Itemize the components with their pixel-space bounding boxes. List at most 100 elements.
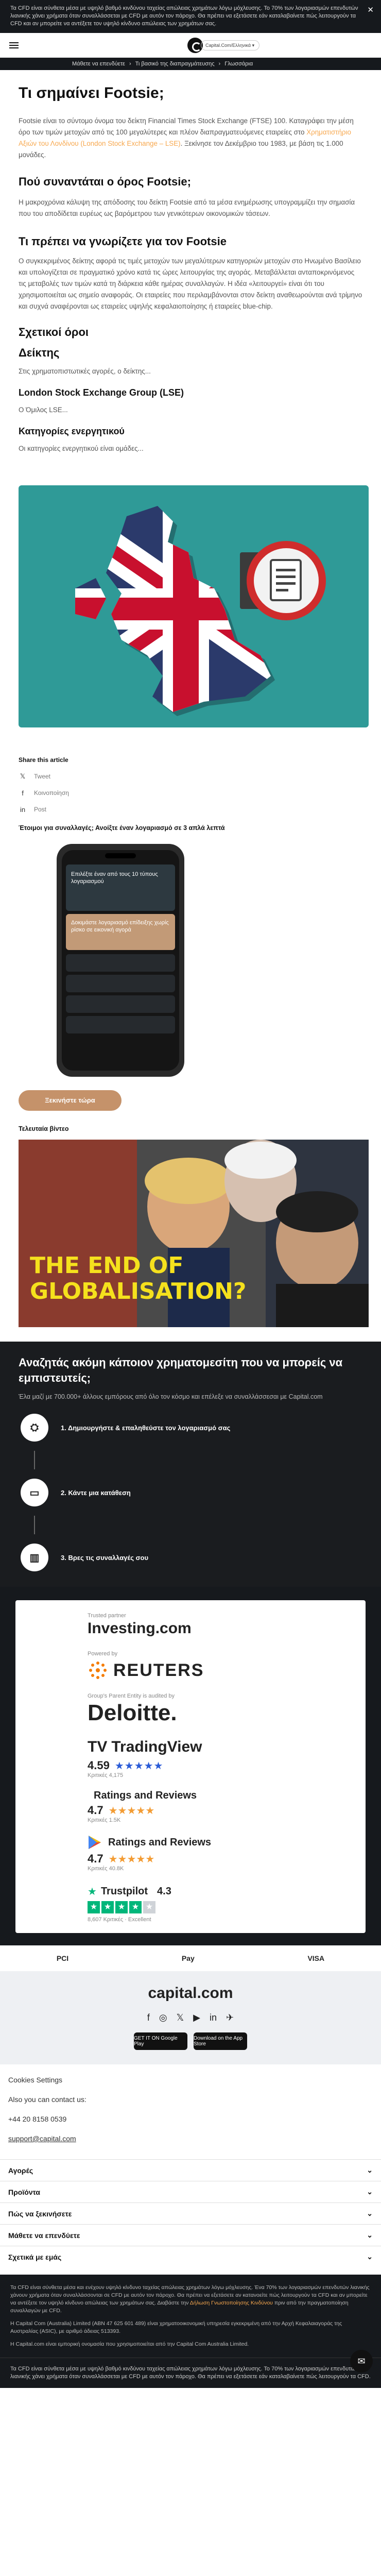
tp-score: 4.3 [157,1886,171,1897]
related-terms-heading: Σχετικοί όροι [19,326,89,338]
start-now-button[interactable]: Ξεκινήστε τώρα [19,1090,122,1111]
step-item[interactable]: ⛭ 1. Δημιουργήστε & επαληθεύστε τον λογαρ… [21,1414,362,1442]
phone-text-a: Επιλέξτε έναν από τους 10 τύπους λογαρια… [71,871,158,885]
trust-section: Trusted partner Investing.com Powered by… [0,1587,381,1945]
telegram-icon[interactable]: ✈ [226,2012,234,2023]
tradingview-logo: TradingView [111,1738,202,1755]
phone-mockup: Επιλέξτε έναν από τους 10 τύπους λογαρια… [54,842,187,1079]
legal-paragraph: Η Capital.com είναι εμπορική ονομασία πο… [10,2341,249,2347]
email-link[interactable]: support@capital.com [8,2134,373,2143]
phone-text-b: Δοκιμάστε λογαριασμό επίδειξης χωρίς ρίσ… [71,920,169,933]
share-tweet[interactable]: 𝕏 Tweet [19,771,362,782]
article-body: Τι σημαίνει Footsie; Footsie είναι το σύ… [0,84,381,1342]
deloitte-caption: Group's Parent Entity is audited by [88,1693,175,1699]
cookies-settings-link[interactable]: Cookies Settings [8,2076,373,2084]
accordion-start[interactable]: Πώς να ξεκινήσετε ⌄ [0,2202,381,2224]
close-icon[interactable]: ✕ [367,6,374,14]
trust-card: Trusted partner Investing.com Powered by… [15,1600,366,1933]
risk-disclosure-link[interactable]: Δήλωση Γνωστοποίησης Κινδύνου [190,2300,273,2306]
signup-title: Αναζητάς ακόμη κάποιον χρηματομεσίτη που… [19,1356,343,1384]
app-store-badge[interactable]: Download on the App Store [194,2032,247,2050]
contact-label: Also you can contact us: [8,2095,86,2104]
page-title: Τι σημαίνει Footsie; [19,84,164,101]
related-term-title[interactable]: London Stock Exchange Group (LSE) [19,387,362,398]
footer-logo[interactable]: capital.com [0,1985,381,2002]
uk-map-illustration [19,485,369,727]
youtube-icon[interactable]: ▶ [193,2012,200,2023]
paragraph: Ο συγκεκριμένος δείκτης αφορά τις τιμές … [19,257,362,310]
visa-icon: VISA [307,1954,325,1962]
accordion-learn[interactable]: Μάθετε να επενδύετε ⌄ [0,2224,381,2246]
reuters-logo: REUTERS [113,1660,204,1680]
chevron-down-icon: ⌄ [367,2209,373,2217]
cta-wrap: Ξεκινήστε τώρα [19,1090,362,1111]
risk-banner: Τα CFD είναι σύνθετα μέσα με υψηλό βαθμό… [0,0,381,33]
related-term-title[interactable]: Δείκτης [19,346,362,360]
google-play-icon [89,1836,101,1849]
footer-accordions: Αγορές ⌄ Προϊόντα ⌄ Πώς να ξεκινήσετε ⌄ Μάθ… [0,2159,381,2267]
share-facebook[interactable]: f Κοινοποίηση [19,787,362,799]
chevron-down-icon: ⌄ [367,2231,373,2239]
apple-pay-icon: Pay [181,1954,195,1962]
promo-title: Έτοιμοι για συναλλαγές; Ανοίξτε έναν λογ… [19,824,225,832]
gp-stars-icon: ★★★★★ [108,1853,155,1865]
facebook-icon[interactable]: f [147,2012,150,2023]
wallet-icon: ▭ [21,1479,48,1506]
share-linkedin[interactable]: in Post [19,804,362,815]
paragraph: Η μακροχρόνια κάλυψη της απόδοσης του δε… [19,198,355,217]
section-heading: Πού συναντάται ο όρος Footsie; [19,175,191,188]
signup-subtitle: Έλα μαζί με 700.000+ άλλους εμπόρους από… [19,1393,323,1400]
video-thumbnail[interactable]: THE END OF GLOBALISATION? [19,1140,369,1327]
steps-list: ⛭ 1. Δημιουργήστε & επαληθεύστε τον λογαρ… [19,1414,362,1571]
user-icon: ⛭ [21,1414,48,1442]
section-heading: Τι πρέπει να γνωρίζετε για τον Footsie [19,235,227,248]
powered-caption: Powered by [88,1651,118,1657]
phone-link[interactable]: +44 20 8158 0539 [8,2115,373,2123]
accordion-products[interactable]: Προϊόντα ⌄ [0,2181,381,2202]
breadcrumb-item[interactable]: Τι βασικό της διαπραγμάτευσης [135,61,215,67]
tv-reviews: Κριτικές 4,175 [88,1772,124,1778]
video-label: Τελευταία βίντεο [19,1125,69,1132]
x-icon: 𝕏 [20,772,26,780]
apple-stars-icon: ★★★★★ [108,1805,155,1817]
google-play-badge[interactable]: GET IT ON Google Play [134,2032,187,2050]
step-item[interactable]: ▥ 3. Βρες τις συναλλαγές σου [21,1544,362,1571]
language-selector[interactable]: Capital.Com/Ελληνικά ▾ [201,40,259,50]
related-term-title[interactable]: Κατηγορίες ενεργητικού [19,426,362,437]
breadcrumb-separator: › [218,61,221,67]
accordion-markets[interactable]: Αγορές ⌄ [0,2159,381,2181]
instagram-icon[interactable]: ◎ [159,2012,167,2023]
menu-icon[interactable] [9,41,19,50]
share-title: Share this article [19,756,68,764]
step-connector [34,1516,35,1534]
accordion-about[interactable]: Σχετικά με εμάς ⌄ [0,2246,381,2267]
bottom-risk-banner: Τα CFD είναι σύνθετα μέσα με υψηλό βαθμό… [0,2358,381,2388]
social-icons: f ◎ 𝕏 ▶ in ✈ [0,2012,381,2023]
breadcrumb-item[interactable]: Μάθετε να επενδύετε [72,61,125,67]
chevron-down-icon: ⌄ [367,2188,373,2196]
apple-title: Ratings and Reviews [94,1790,197,1801]
chart-icon: ▥ [21,1544,48,1571]
signup-steps-section: Αναζητάς ακόμη κάποιον χρηματομεσίτη που… [0,1342,381,1587]
legal-paragraph: Η Capital Com (Australia) Limited (ABN 4… [10,2320,342,2334]
trustpilot-star-icon: ★ [88,1886,97,1897]
facebook-icon: f [22,789,24,797]
step-item[interactable]: ▭ 2. Κάντε μια κατάθεση [21,1479,362,1506]
linkedin-icon[interactable]: in [210,2012,217,2023]
chevron-down-icon: ⌄ [367,2166,373,2174]
investing-logo: Investing.com [88,1620,192,1637]
partner-caption: Trusted partner [88,1613,126,1619]
footer: capital.com f ◎ 𝕏 ▶ in ✈ GET IT ON Googl… [0,1971,381,2064]
linkedin-icon: in [20,805,26,814]
deloitte-logo: Deloitte. [88,1700,177,1725]
risk-banner-text: Τα CFD είναι σύνθετα μέσα με υψηλό βαθμό… [10,5,358,27]
apple-reviews: Κριτικές 1.5K [88,1817,121,1823]
x-icon[interactable]: 𝕏 [177,2012,184,2023]
intro-paragraph: Footsie είναι το σύντομο όνομα του δείκτ… [19,117,354,159]
tv-stars-icon: ★★★★★ [114,1760,164,1772]
chat-icon[interactable]: ✉ [350,2350,373,2372]
gp-reviews: Κριτικές 40.8K [88,1866,124,1872]
breadcrumb-separator: › [129,61,131,67]
share-section: Share this article 𝕏 Tweet f Κοινοποίηση i… [19,756,362,815]
gp-score: 4.7 [88,1852,103,1865]
